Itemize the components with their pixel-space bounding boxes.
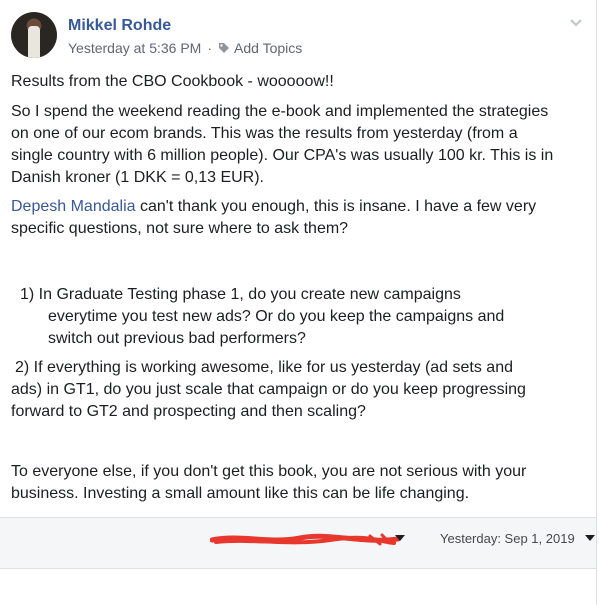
post-body: Results from the CBO Cookbook - wooooow!… xyxy=(11,71,586,505)
chevron-down-icon[interactable] xyxy=(568,14,584,30)
post-meta: Yesterday at 5:36 PM · Add Topics xyxy=(68,40,302,56)
question-line: ads) in GT1, do you just scale that camp… xyxy=(11,381,526,398)
footer-date: Yesterday: Sep 1, 2019 xyxy=(440,531,575,546)
post-card: Mikkel Rohde Yesterday at 5:36 PM · Add … xyxy=(0,0,597,605)
question-line: switch out previous bad performers? xyxy=(48,330,306,347)
post-paragraph: Results from the CBO Cookbook - wooooow!… xyxy=(11,73,334,90)
post-header: Mikkel Rohde Yesterday at 5:36 PM · Add … xyxy=(11,12,591,60)
tag-icon xyxy=(219,43,230,53)
question-line: forward to GT2 and prospecting and then … xyxy=(11,403,366,420)
question-line: 1) In Graduate Testing phase 1, do you c… xyxy=(20,286,461,303)
caret-down-icon[interactable] xyxy=(585,535,595,543)
post-paragraph: specific questions, not sure where to as… xyxy=(11,220,349,237)
post-paragraph: Danish kroner (1 DKK = 0,13 EUR). xyxy=(11,169,264,186)
redaction-scribble xyxy=(210,533,400,546)
avatar[interactable] xyxy=(11,12,57,58)
post-paragraph: So I spend the weekend reading the e-boo… xyxy=(11,103,549,120)
add-topics-link[interactable]: Add Topics xyxy=(234,40,302,56)
question-line: 2) If everything is working awesome, lik… xyxy=(15,359,513,376)
post-paragraph: single country with 6 million people). O… xyxy=(11,147,554,164)
question-line: everytime you test new ads? Or do you ke… xyxy=(48,308,505,325)
mention-link[interactable]: Depesh Mandalia xyxy=(11,198,136,215)
post-paragraph: To everyone else, if you don't get this … xyxy=(11,463,527,480)
post-paragraph: Depesh Mandalia can't thank you enough, … xyxy=(11,196,586,218)
post-paragraph: business. Investing a small amount like … xyxy=(11,485,470,502)
author-name[interactable]: Mikkel Rohde xyxy=(68,17,171,35)
meta-separator: · xyxy=(207,40,213,56)
post-timestamp[interactable]: Yesterday at 5:36 PM xyxy=(68,40,201,56)
post-paragraph: on one of our ecom brands. This was the … xyxy=(11,125,518,142)
mention-text: can't thank you enough, this is insane. … xyxy=(135,198,537,215)
caret-down-icon[interactable] xyxy=(395,535,405,543)
